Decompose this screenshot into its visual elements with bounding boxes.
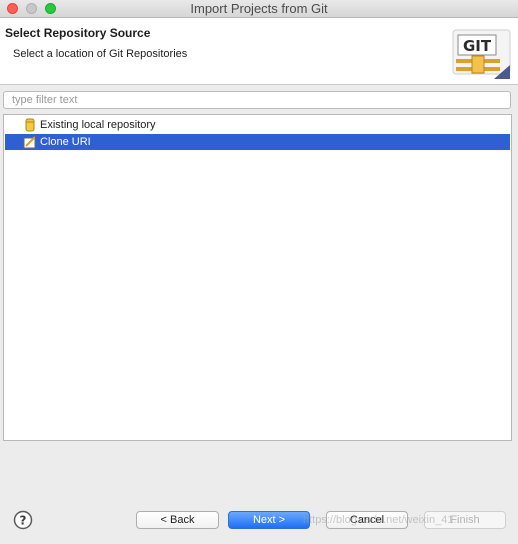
svg-text:?: ?: [20, 514, 27, 528]
finish-button: Finish: [424, 511, 506, 529]
cancel-button[interactable]: Cancel: [326, 511, 408, 529]
wizard-header: Select Repository Source Select a locati…: [0, 18, 518, 85]
svg-text:GIT: GIT: [463, 37, 492, 55]
repository-icon: [25, 118, 35, 132]
back-button[interactable]: < Back: [136, 511, 219, 529]
filter-input[interactable]: [3, 91, 511, 109]
page-description: Select a location of Git Repositories: [13, 48, 188, 60]
title-bar: Import Projects from Git: [0, 0, 518, 18]
window-title: Import Projects from Git: [190, 1, 328, 16]
tree-item-existing-local-repository[interactable]: Existing local repository: [5, 117, 510, 133]
clone-uri-icon: [23, 136, 37, 149]
tree-item-clone-uri[interactable]: Clone URI: [5, 134, 510, 150]
page-title: Select Repository Source: [5, 26, 151, 40]
next-button[interactable]: Next >: [228, 511, 310, 529]
help-icon[interactable]: ?: [13, 510, 33, 530]
repository-source-tree[interactable]: Existing local repository Clone URI: [3, 114, 512, 441]
tree-item-label: Existing local repository: [40, 119, 156, 131]
tree-item-label: Clone URI: [40, 136, 91, 148]
git-logo-icon: GIT: [452, 29, 511, 79]
